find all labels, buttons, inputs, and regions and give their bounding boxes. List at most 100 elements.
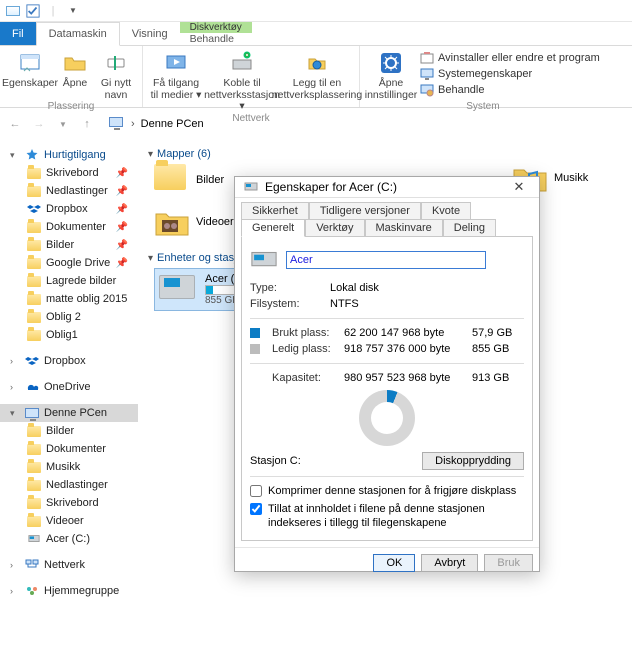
folder-icon	[26, 310, 42, 324]
sidebar-item[interactable]: Videoer	[0, 512, 138, 530]
sidebar-item[interactable]: Nedlastinger	[0, 476, 138, 494]
tab-view[interactable]: Visning	[120, 22, 180, 45]
label: Brukt plass:	[272, 327, 336, 339]
checkbox-icon[interactable]	[24, 2, 42, 20]
ribbon-group-location: Egenskaper Åpne Gi nytt navn Plassering	[0, 46, 143, 107]
forward-button[interactable]: →	[30, 115, 48, 133]
up-button[interactable]: ↑	[78, 115, 96, 133]
sidebar-item[interactable]: Dokumenter	[0, 440, 138, 458]
label: Egenskaper	[2, 78, 58, 90]
sidebar-item[interactable]: Skrivebord	[0, 494, 138, 512]
sidebar-item[interactable]: Skrivebord📌	[0, 164, 138, 182]
apply-button[interactable]: Bruk	[484, 554, 533, 572]
sidebar-item[interactable]: matte oblig 2015	[0, 290, 138, 308]
address-bar[interactable]: › Denne PCen	[102, 114, 211, 134]
qat-dropdown-icon[interactable]: ▼	[64, 2, 82, 20]
sidebar-item[interactable]: Musikk	[0, 458, 138, 476]
tab-previous-versions[interactable]: Tidligere versjoner	[309, 202, 421, 219]
label: Åpne innstillinger	[365, 78, 418, 101]
network-drive-icon	[229, 50, 255, 76]
compress-checkbox[interactable]	[250, 485, 262, 497]
manage-button[interactable]: Behandle	[420, 82, 600, 98]
tab-general[interactable]: Generelt	[241, 219, 305, 237]
ribbon-group-system: Åpne innstillinger Avinstaller eller end…	[360, 46, 606, 107]
label: Tillat at innholdet i filene på denne st…	[268, 503, 524, 531]
sidebar-item[interactable]: Dokumenter📌	[0, 218, 138, 236]
cancel-button[interactable]: Avbryt	[421, 554, 478, 572]
dialog-titlebar: Egenskaper for Acer (C:) ✕	[235, 177, 539, 198]
index-checkbox[interactable]	[250, 503, 262, 515]
properties-icon[interactable]	[4, 2, 22, 20]
pin-icon: 📌	[116, 222, 134, 233]
sidebar-item[interactable]: Oblig 2	[0, 308, 138, 326]
open-settings-button[interactable]: Åpne innstillinger	[366, 48, 416, 101]
tab-manage[interactable]: Behandle	[180, 33, 252, 45]
value: 855 GB	[472, 343, 524, 355]
sidebar-item[interactable]: Bilder	[0, 422, 138, 440]
open-button[interactable]: Åpne	[58, 48, 92, 101]
folder-icon	[26, 220, 42, 234]
sidebar-item[interactable]: Lagrede bilder	[0, 272, 138, 290]
volume-name-input[interactable]	[286, 251, 486, 269]
map-network-drive-button[interactable]: Koble til nettverksstasjon ▾	[207, 48, 277, 113]
back-button[interactable]: ←	[6, 115, 24, 133]
dialog-tab-row1: Sikkerhet Tidligere versjoner Kvote	[235, 198, 539, 219]
value: 57,9 GB	[472, 327, 524, 339]
close-button[interactable]: ✕	[507, 177, 531, 197]
system-icon	[420, 67, 434, 81]
free-space-swatch	[250, 344, 260, 354]
index-checkbox-row[interactable]: Tillat at innholdet i filene på denne st…	[250, 501, 524, 533]
tab-tools[interactable]: Verktøy	[305, 219, 364, 236]
tab-hardware[interactable]: Maskinvare	[365, 219, 443, 236]
uninstall-program-button[interactable]: Avinstaller eller endre et program	[420, 50, 600, 66]
label: Hurtigtilgang	[44, 149, 106, 161]
sidebar-item[interactable]: Acer (C:)	[0, 530, 138, 548]
add-network-location-button[interactable]: Legg til en nettverksplassering	[281, 48, 353, 113]
media-access-button[interactable]: Få tilgang til medier ▾	[149, 48, 203, 113]
ribbon-group-network: Få tilgang til medier ▾ Koble til nettve…	[143, 46, 360, 107]
tab-file[interactable]: Fil	[0, 22, 36, 45]
disk-icon	[26, 532, 42, 546]
pin-icon: 📌	[116, 204, 134, 215]
sidebar-item[interactable]: Bilder📌	[0, 236, 138, 254]
label: Koble til nettverksstasjon ▾	[204, 78, 280, 113]
label: Systemegenskaper	[438, 68, 532, 80]
group-caption: Plassering	[6, 101, 136, 113]
sidebar-item[interactable]: Dropbox📌	[0, 200, 138, 218]
this-pc-node[interactable]: ▾Denne PCen	[0, 404, 138, 422]
sidebar-item[interactable]: Nedlastinger📌	[0, 182, 138, 200]
disk-icon	[243, 180, 259, 194]
video-folder-icon	[154, 206, 190, 238]
pin-icon: 📌	[116, 240, 134, 251]
ok-button[interactable]: OK	[373, 554, 415, 572]
quick-access-toolbar: | ▼	[4, 2, 82, 20]
drive-icon	[159, 275, 197, 305]
pin-icon: 📌	[116, 258, 134, 269]
properties-button[interactable]: Egenskaper	[6, 48, 54, 101]
onedrive-node[interactable]: ›OneDrive	[0, 378, 138, 396]
network-node[interactable]: ›Nettverk	[0, 556, 138, 574]
recent-dropdown[interactable]: ▼	[54, 115, 72, 133]
tab-quota[interactable]: Kvote	[421, 202, 471, 219]
folder-icon	[26, 184, 42, 198]
dropbox-node[interactable]: ›Dropbox	[0, 352, 138, 370]
sidebar-item[interactable]: Google Drive📌	[0, 254, 138, 272]
label: Få tilgang til medier ▾	[149, 78, 203, 101]
sidebar-item[interactable]: Oblig1	[0, 326, 138, 344]
navigation-tree: ▾ Hurtigtilgang Skrivebord📌 Nedlastinger…	[0, 140, 138, 647]
folder-icon	[26, 256, 42, 270]
label: Ledig plass:	[272, 343, 336, 355]
disk-cleanup-button[interactable]: Diskopprydding	[422, 452, 524, 470]
tab-computer[interactable]: Datamaskin	[36, 22, 120, 46]
rename-button[interactable]: Gi nytt navn	[96, 48, 136, 101]
quick-access-node[interactable]: ▾ Hurtigtilgang	[0, 146, 138, 164]
folder-icon	[26, 478, 42, 492]
tab-sharing[interactable]: Deling	[443, 219, 496, 236]
group-caption: System	[366, 101, 600, 113]
homegroup-node[interactable]: ›Hjemmegruppe	[0, 582, 138, 600]
compress-checkbox-row[interactable]: Komprimer denne stasjonen for å frigjøre…	[250, 483, 524, 501]
network-icon	[24, 558, 40, 572]
tab-security[interactable]: Sikkerhet	[241, 202, 309, 219]
system-properties-button[interactable]: Systemegenskaper	[420, 66, 600, 82]
label: Behandle	[438, 84, 485, 96]
